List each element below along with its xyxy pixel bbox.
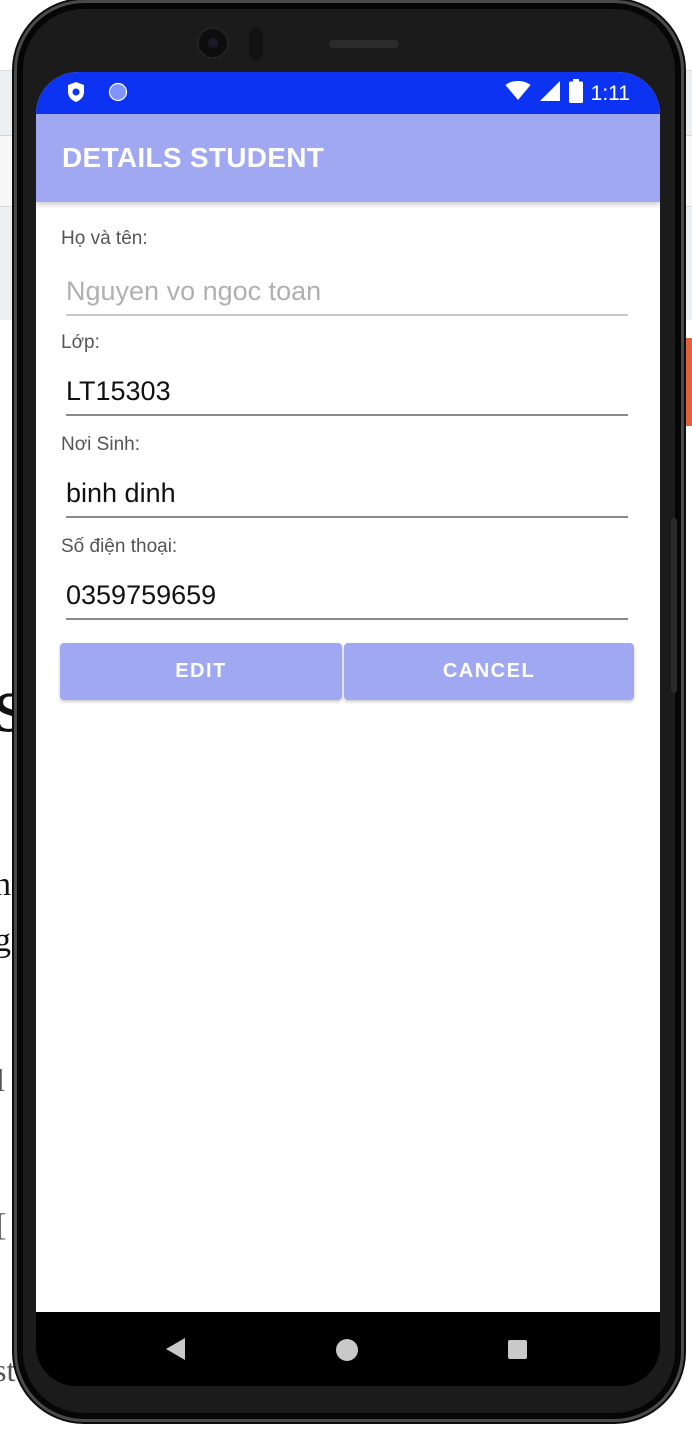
power-button bbox=[671, 518, 677, 693]
earpiece-speaker bbox=[329, 40, 399, 48]
class-label: Lớp: bbox=[61, 332, 100, 353]
status-time: 1:11 bbox=[590, 81, 630, 105]
background-glyph: [ bbox=[0, 1206, 7, 1243]
phone-field[interactable] bbox=[66, 572, 628, 620]
background-glyph: g bbox=[0, 922, 11, 959]
cancel-button[interactable]: CANCEL bbox=[344, 643, 634, 700]
back-icon[interactable] bbox=[166, 1338, 186, 1365]
recent-apps-icon[interactable] bbox=[508, 1340, 527, 1359]
phone-label: Số điện thoại: bbox=[61, 536, 178, 557]
page-title: DETAILS STUDENT bbox=[62, 142, 325, 173]
background-accent bbox=[684, 338, 692, 426]
front-camera bbox=[197, 27, 229, 59]
app-bar: DETAILS STUDENT bbox=[36, 114, 660, 202]
circle-notification-icon bbox=[108, 82, 128, 107]
name-field[interactable] bbox=[66, 268, 628, 316]
edit-button[interactable]: EDIT bbox=[60, 643, 342, 700]
background-glyph: n bbox=[0, 866, 11, 903]
app-screen: 1:11 DETAILS STUDENT Họ và tên: Lớp: Nơi… bbox=[36, 72, 660, 1312]
name-label: Họ và tên: bbox=[61, 228, 148, 249]
background-glyph: l bbox=[0, 1062, 5, 1098]
birthplace-label: Nơi Sinh: bbox=[61, 434, 140, 455]
shield-icon bbox=[66, 81, 86, 108]
proximity-sensor bbox=[249, 27, 263, 61]
birthplace-field[interactable] bbox=[66, 470, 628, 518]
home-icon[interactable] bbox=[336, 1339, 358, 1361]
battery-icon bbox=[568, 79, 583, 108]
wifi-icon bbox=[505, 81, 531, 106]
navigation-bar bbox=[36, 1312, 660, 1386]
status-bar: 1:11 bbox=[36, 72, 660, 114]
background-glyph: st bbox=[0, 1352, 16, 1388]
signal-icon bbox=[539, 81, 561, 106]
class-field[interactable] bbox=[66, 368, 628, 416]
